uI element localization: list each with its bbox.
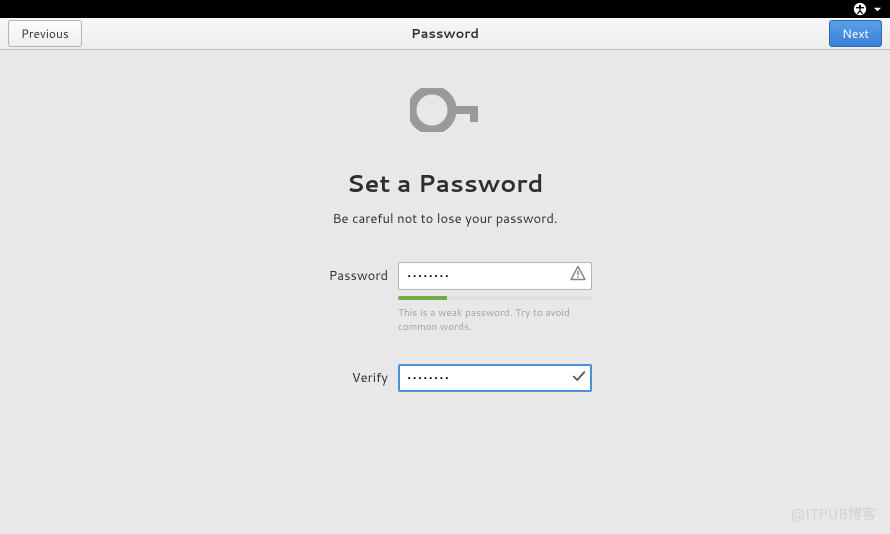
header-bar: Previous Password Next [0, 18, 890, 50]
password-row: Password [298, 262, 592, 290]
page-title: Set a Password [347, 166, 544, 200]
page-subtitle: Be careful not to lose your password. [333, 210, 558, 228]
next-button[interactable]: Next [829, 20, 882, 47]
system-top-bar [0, 0, 890, 18]
key-icon [410, 88, 480, 138]
accessibility-icon[interactable] [853, 2, 867, 16]
warning-icon [570, 265, 586, 288]
password-strength-fill [398, 296, 447, 300]
password-label: Password [298, 267, 388, 285]
password-input[interactable] [398, 262, 592, 290]
content-area: Set a Password Be careful not to lose yo… [0, 50, 890, 397]
password-strength-hint: This is a weak password. Try to avoid co… [398, 306, 592, 334]
previous-button[interactable]: Previous [8, 20, 82, 47]
verify-row: Verify [298, 364, 592, 392]
checkmark-icon [572, 367, 586, 390]
header-title: Password [411, 25, 479, 43]
verify-input[interactable] [398, 364, 592, 392]
watermark: @ITPUB博客 [791, 504, 876, 524]
password-strength-bar [398, 296, 592, 300]
verify-label: Verify [298, 369, 388, 387]
dropdown-icon[interactable] [873, 5, 882, 14]
